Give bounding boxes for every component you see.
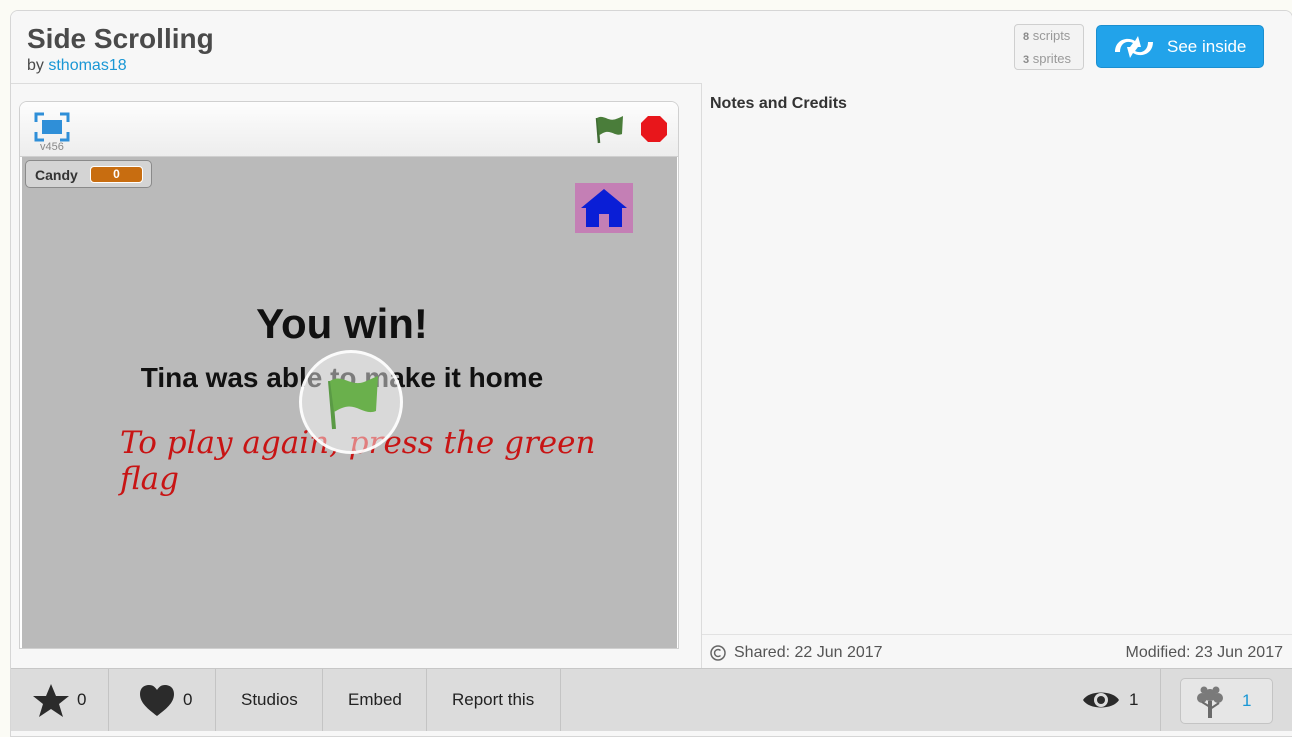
favorite-button[interactable]: 0 xyxy=(11,669,109,731)
project-stats: 8 scripts 3 sprites xyxy=(1014,24,1084,70)
house-icon xyxy=(581,189,627,227)
green-flag-icon[interactable] xyxy=(594,114,626,144)
views-counter: 1 xyxy=(1081,669,1161,731)
see-inside-label: See inside xyxy=(1167,37,1247,56)
notes-title: Notes and Credits xyxy=(710,95,847,112)
remix-arrows-icon xyxy=(1115,36,1153,58)
project-header: Side Scrolling by sthomas18 8 scripts 3 … xyxy=(11,11,1292,84)
project-player: v456 Candy 0 You win! Tina was able to m… xyxy=(19,101,679,649)
project-page: Side Scrolling by sthomas18 8 scripts 3 … xyxy=(10,10,1292,737)
creative-commons-icon xyxy=(710,645,726,661)
stage[interactable]: Candy 0 You win! Tina was able to make i… xyxy=(22,157,677,648)
player-controls-bar: v456 xyxy=(20,102,678,157)
eye-icon xyxy=(1083,692,1119,708)
fullscreen-icon[interactable] xyxy=(34,112,70,142)
notes-panel: Notes and Credits Shared: 22 Jun 2017 Mo… xyxy=(701,83,1292,668)
win-title: You win! xyxy=(256,300,428,347)
sprites-label: sprites xyxy=(1032,51,1072,66)
home-sprite xyxy=(575,183,633,233)
see-inside-button[interactable]: See inside xyxy=(1096,25,1264,68)
favorites-count: 0 xyxy=(77,690,87,709)
green-flag-overlay-icon xyxy=(328,376,378,430)
project-title: Side Scrolling xyxy=(27,23,214,54)
views-count: 1 xyxy=(1129,690,1139,709)
action-bar: 0 0 Studios Embed Report this 1 1 xyxy=(11,668,1292,731)
variable-monitor: Candy 0 xyxy=(25,160,152,188)
author-link[interactable]: sthomas18 xyxy=(48,57,126,74)
player-version: v456 xyxy=(40,141,64,153)
report-button[interactable]: Report this xyxy=(427,669,561,731)
remixes-count: 1 xyxy=(1242,691,1252,710)
scripts-count: 8 xyxy=(1023,31,1030,43)
scripts-label: scripts xyxy=(1032,28,1071,43)
shared-date: Shared: 22 Jun 2017 xyxy=(734,644,883,661)
love-button[interactable]: 0 xyxy=(109,669,216,731)
heart-icon xyxy=(140,685,174,716)
green-flag-overlay-button[interactable] xyxy=(299,350,403,454)
embed-button[interactable]: Embed xyxy=(323,669,427,731)
project-dates: Shared: 22 Jun 2017 Modified: 23 Jun 201… xyxy=(702,634,1292,669)
star-icon xyxy=(33,684,69,717)
variable-value: 0 xyxy=(90,166,143,183)
embed-label: Embed xyxy=(348,690,402,709)
remix-tree-icon xyxy=(1197,686,1223,718)
project-byline: by sthomas18 xyxy=(27,57,127,75)
report-label: Report this xyxy=(452,690,535,709)
variable-label: Candy xyxy=(35,167,78,183)
stop-icon[interactable] xyxy=(640,115,668,143)
remix-tree-button[interactable]: 1 xyxy=(1180,678,1273,724)
by-label: by xyxy=(27,57,44,74)
studios-button[interactable]: Studios xyxy=(216,669,323,731)
loves-count: 0 xyxy=(183,690,193,709)
sprites-count: 3 xyxy=(1023,54,1030,66)
modified-date: Modified: 23 Jun 2017 xyxy=(1125,644,1283,661)
studios-label: Studios xyxy=(241,690,298,709)
